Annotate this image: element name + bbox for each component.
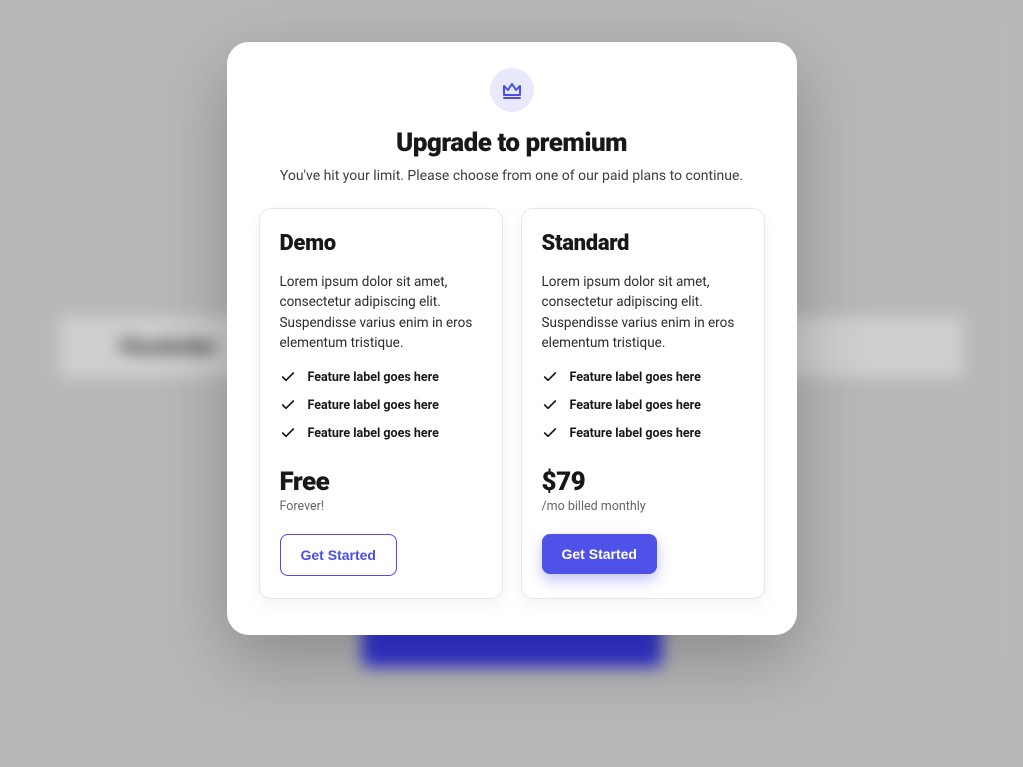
feature-label: Feature label goes here [308,398,439,413]
modal-subtitle: You've hit your limit. Please choose fro… [259,168,765,184]
feature-list: Feature label goes here Feature label go… [280,369,482,441]
plan-description: Lorem ipsum dolor sit amet, consectetur … [542,272,744,353]
feature-label: Feature label goes here [570,398,701,413]
feature-item: Feature label goes here [542,397,744,413]
crown-icon-badge [490,68,534,112]
plan-description: Lorem ipsum dolor sit amet, consectetur … [280,272,482,353]
check-icon [280,369,296,385]
crown-icon [500,78,524,102]
feature-label: Feature label goes here [308,426,439,441]
plan-name: Demo [280,231,482,256]
feature-item: Feature label goes here [542,425,744,441]
check-icon [280,425,296,441]
feature-label: Feature label goes here [570,370,701,385]
backdrop-bar-text: Placeholder [120,337,217,358]
check-icon [280,397,296,413]
plan-card-demo: Demo Lorem ipsum dolor sit amet, consect… [259,208,503,599]
feature-item: Feature label goes here [280,369,482,385]
upgrade-modal: Upgrade to premium You've hit your limit… [227,42,797,635]
get-started-button-demo[interactable]: Get Started [280,534,397,576]
feature-item: Feature label goes here [542,369,744,385]
feature-list: Feature label goes here Feature label go… [542,369,744,441]
plans-container: Demo Lorem ipsum dolor sit amet, consect… [259,208,765,599]
check-icon [542,425,558,441]
get-started-button-standard[interactable]: Get Started [542,534,657,574]
plan-price-sub: /mo billed monthly [542,499,744,514]
plan-name: Standard [542,231,744,256]
check-icon [542,369,558,385]
modal-title: Upgrade to premium [259,128,765,158]
feature-item: Feature label goes here [280,397,482,413]
plan-price: $79 [542,467,744,497]
check-icon [542,397,558,413]
plan-price: Free [280,467,482,497]
plan-card-standard: Standard Lorem ipsum dolor sit amet, con… [521,208,765,599]
plan-price-sub: Forever! [280,499,482,514]
feature-label: Feature label goes here [570,426,701,441]
feature-label: Feature label goes here [308,370,439,385]
feature-item: Feature label goes here [280,425,482,441]
